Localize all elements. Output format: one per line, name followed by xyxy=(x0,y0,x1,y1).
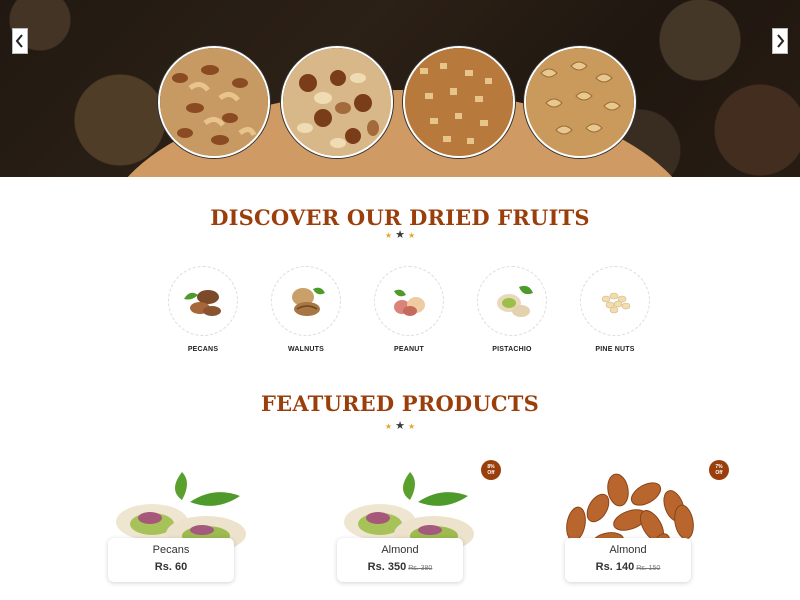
walnut-icon xyxy=(292,287,325,316)
discover-title: DISCOVER OUR DRIED FRUITS xyxy=(210,205,590,230)
category-label: WALNUTS xyxy=(287,346,324,353)
star-icon: ★ xyxy=(384,231,393,240)
pistachio-icon xyxy=(497,285,533,317)
category-label: PINE NUTS xyxy=(595,346,635,353)
category-circle xyxy=(374,266,444,336)
category-list: PECANS WALNUTS PEANUT PISTACHIO PINE NUT… xyxy=(168,266,650,353)
category-circle xyxy=(168,266,238,336)
old-price: Rs. 150 xyxy=(636,565,661,572)
star-icon: ★ xyxy=(407,231,416,240)
hero-bowl-walnut-halves xyxy=(524,46,636,158)
hero-bowl-assorted-nuts xyxy=(281,46,393,158)
featured-stars: ★ ★ ★ xyxy=(0,419,800,432)
product-name: Pecans xyxy=(152,544,190,556)
hero-bowl-chopped-nuts xyxy=(403,46,515,158)
category-circle xyxy=(271,266,341,336)
discount-badge: 7% Off xyxy=(709,460,729,480)
category-label: PECANS xyxy=(187,346,219,353)
hero-bowl-mixed-nuts xyxy=(158,46,270,158)
peanut-icon xyxy=(394,289,425,316)
featured-title: FEATURED PRODUCTS xyxy=(261,391,539,416)
product-name: Almond xyxy=(381,544,419,556)
chevron-right-icon xyxy=(777,34,785,48)
discount-off: Off xyxy=(487,470,495,476)
pine-nut-icon xyxy=(601,292,631,314)
product-info-card[interactable]: Almond Rs. 140 Rs. 150 xyxy=(565,538,691,582)
old-price: Rs. 380 xyxy=(408,565,433,572)
product-price: Rs. 60 xyxy=(108,561,234,573)
star-icon: ★ xyxy=(395,419,405,432)
category-pine-nuts[interactable]: PINE NUTS xyxy=(580,266,650,353)
current-price: Rs. 350 xyxy=(367,561,407,573)
current-price: Rs. 140 xyxy=(595,561,635,573)
current-price: Rs. 60 xyxy=(154,561,188,573)
hero-next-button[interactable] xyxy=(772,28,788,54)
product-name: Almond xyxy=(609,544,647,556)
category-circle xyxy=(580,266,650,336)
star-icon: ★ xyxy=(395,228,405,241)
hero-prev-button[interactable] xyxy=(12,28,28,54)
category-label: PISTACHIO xyxy=(492,346,532,353)
pecan-icon xyxy=(184,290,221,316)
category-pecans[interactable]: PECANS xyxy=(168,266,238,353)
category-circle xyxy=(477,266,547,336)
star-icon: ★ xyxy=(407,422,416,431)
product-price: Rs. 350 Rs. 380 xyxy=(337,561,463,573)
star-icon: ★ xyxy=(384,422,393,431)
product-price: Rs. 140 Rs. 150 xyxy=(565,561,691,573)
category-pistachio[interactable]: PISTACHIO xyxy=(477,266,547,353)
discount-badge: 8% Off xyxy=(481,460,501,480)
category-walnuts[interactable]: WALNUTS xyxy=(271,266,341,353)
chevron-left-icon xyxy=(15,34,23,48)
category-peanut[interactable]: PEANUT xyxy=(374,266,444,353)
product-info-card[interactable]: Almond Rs. 350 Rs. 380 xyxy=(337,538,463,582)
product-info-card[interactable]: Pecans Rs. 60 xyxy=(108,538,234,582)
hero-banner xyxy=(0,0,800,177)
category-label: PEANUT xyxy=(394,346,424,353)
discover-stars: ★ ★ ★ xyxy=(0,228,800,241)
discount-off: Off xyxy=(715,470,723,476)
